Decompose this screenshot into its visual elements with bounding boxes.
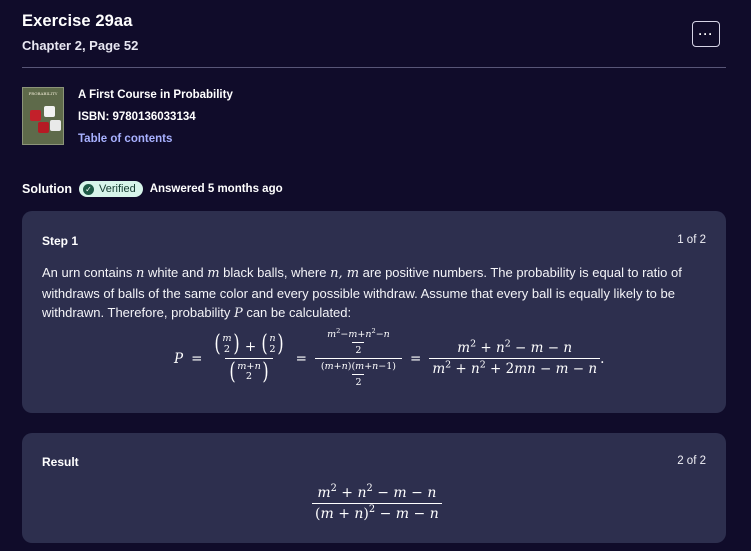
probability-equation: P = (m 2) + (n 2) (m+n 2) = m2−m+n2−n 2 (m+n)… [174, 327, 605, 388]
white-die-icon [44, 106, 55, 117]
header-divider [22, 67, 726, 68]
red-die-icon [38, 122, 49, 133]
more-dots-icon: ··· [698, 27, 714, 41]
verified-badge: ✓ Verified [79, 181, 143, 197]
solution-header: Solution ✓ Verified Answered 5 months ag… [22, 181, 283, 197]
cover-title-text: PROBABILITY [28, 91, 58, 96]
result-label: Result [42, 455, 79, 469]
result-card: Result 2 of 2 m2 + n2 − m − n (m + n)2 −… [22, 433, 726, 543]
book-isbn: ISBN: 9780136033134 [78, 111, 196, 123]
solution-label: Solution [22, 182, 72, 196]
red-die-icon [30, 110, 41, 121]
answered-date: Answered 5 months ago [149, 183, 283, 195]
more-options-button[interactable]: ··· [692, 21, 720, 47]
step-counter: 1 of 2 [677, 234, 706, 246]
step-explanation: An urn contains n white and m black ball… [42, 265, 682, 321]
chapter-page-subtitle: Chapter 2, Page 52 [22, 38, 139, 53]
step-card: Step 1 1 of 2 An urn contains n white an… [22, 211, 726, 413]
step-counter: 2 of 2 [677, 455, 706, 467]
checkmark-icon: ✓ [83, 183, 94, 195]
result-equation: m2 + n2 − m − n (m + n)2 − m − n [312, 484, 442, 522]
step-label: Step 1 [42, 234, 79, 248]
book-cover-image[interactable]: PROBABILITY [22, 87, 64, 145]
page-title: Exercise 29aa [22, 12, 133, 30]
book-title: A First Course in Probability [78, 89, 233, 101]
white-die-icon [50, 120, 61, 131]
table-of-contents-link[interactable]: Table of contents [78, 133, 172, 145]
exercise-header: Exercise 29aa Chapter 2, Page 52 [22, 12, 726, 53]
verified-label: Verified [99, 183, 136, 195]
